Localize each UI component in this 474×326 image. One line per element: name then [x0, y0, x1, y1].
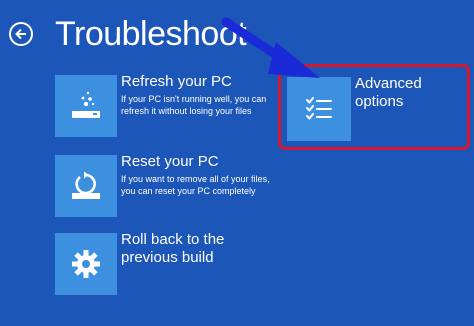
pointer-arrow-icon [221, 17, 320, 78]
refresh-pc-tile[interactable] [55, 75, 117, 137]
reset-pc-option[interactable]: Reset your PC If you want to remove all … [55, 153, 270, 217]
roll-back-option[interactable]: Roll back to the previous build [55, 231, 270, 295]
gear-icon [72, 250, 100, 278]
roll-back-label: Roll back to the previous build [121, 231, 225, 266]
reset-pc-description: If you want to remove all of your files,… [121, 174, 270, 196]
back-button[interactable] [9, 22, 33, 46]
refresh-pc-icon [72, 91, 100, 118]
roll-back-tile[interactable] [55, 233, 117, 295]
reset-pc-icon [72, 171, 100, 199]
back-arrow-icon [15, 28, 26, 40]
reset-pc-tile[interactable] [55, 155, 117, 217]
refresh-pc-description: If your PC isn't running well, you can r… [121, 94, 267, 116]
reset-pc-label: Reset your PC [121, 153, 219, 170]
page-title: Troubleshoot [55, 15, 247, 53]
